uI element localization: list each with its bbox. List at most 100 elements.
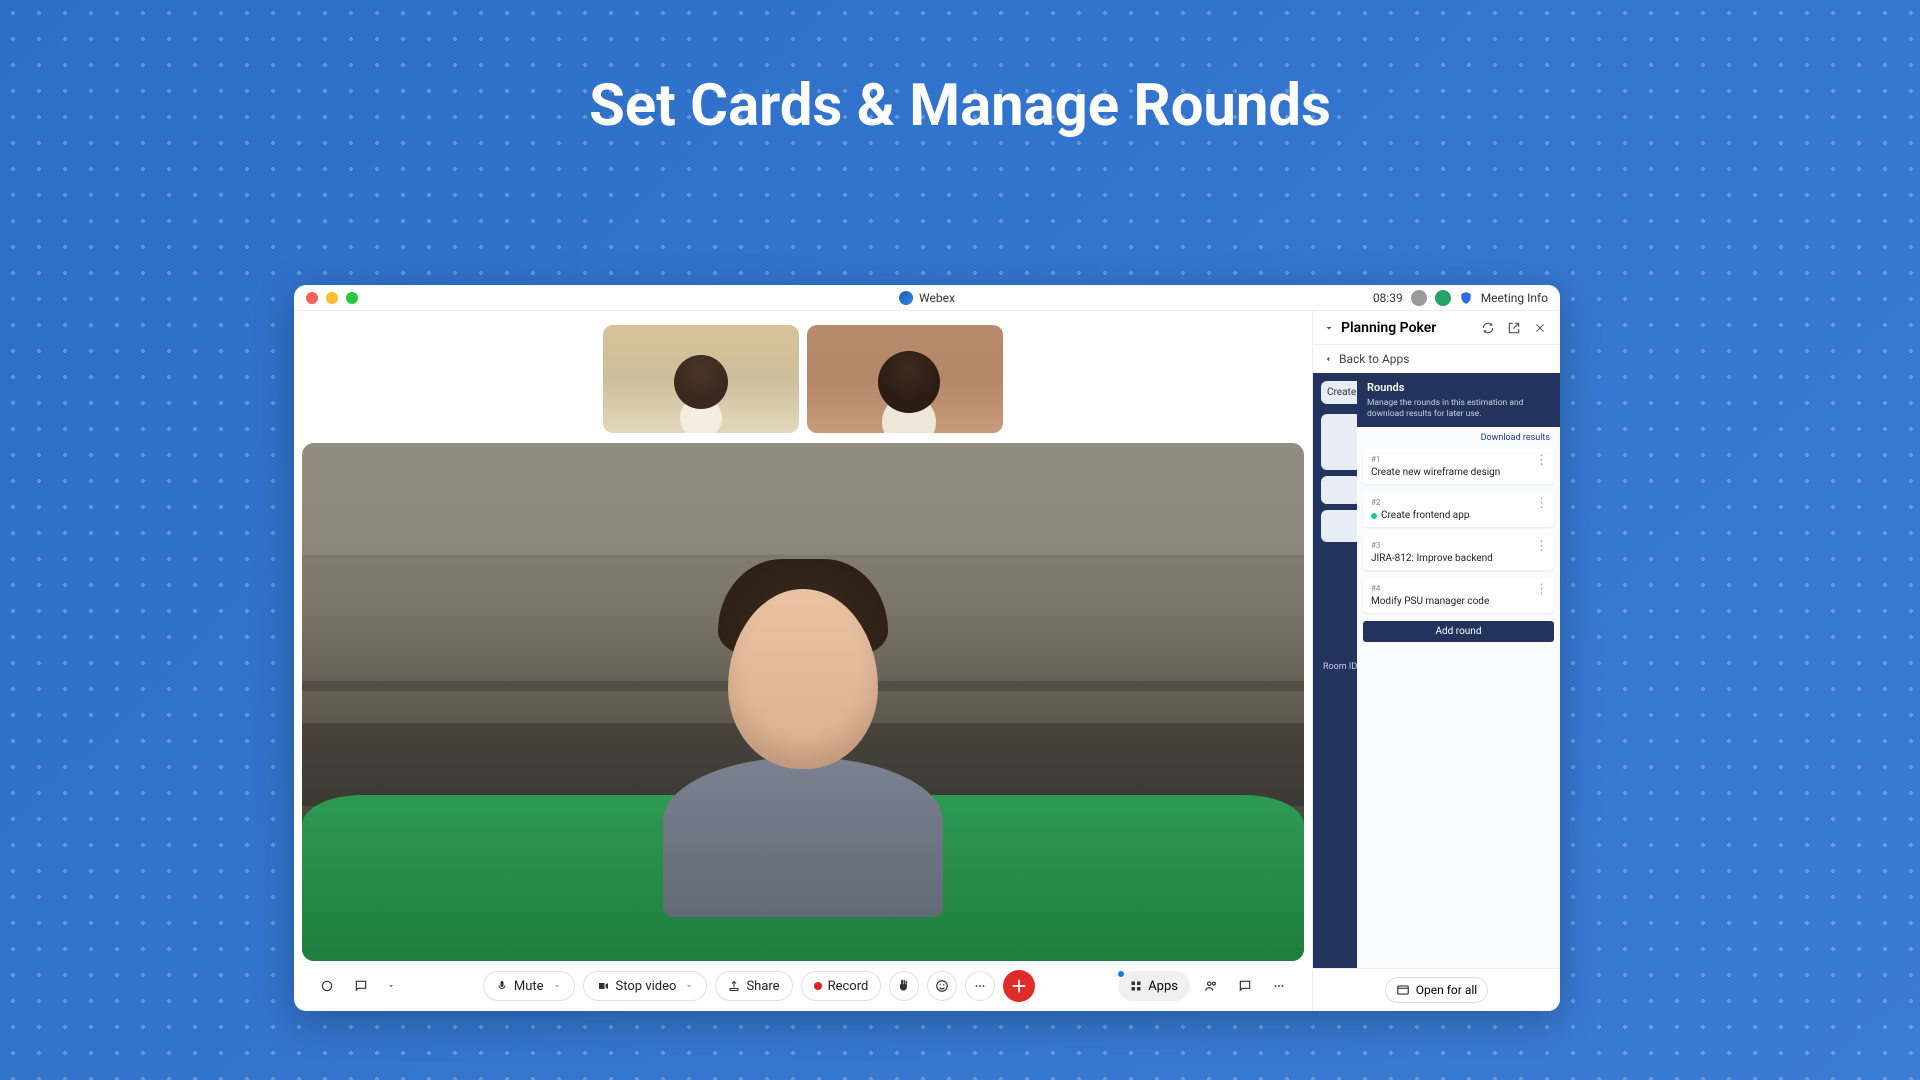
- stop-video-label: Stop video: [616, 979, 677, 994]
- share-icon: [728, 980, 740, 992]
- round-title: JIRA-812: Improve backend: [1371, 553, 1493, 564]
- traffic-lights: [306, 292, 358, 304]
- popout-button[interactable]: [1504, 318, 1524, 338]
- close-icon: [1534, 322, 1546, 334]
- round-title: Create new wireframe design: [1371, 467, 1500, 478]
- round-card[interactable]: #3 JIRA-812: Improve backend ⋮: [1363, 535, 1554, 570]
- mute-button[interactable]: Mute: [483, 971, 575, 1001]
- app-name-label: Webex: [919, 291, 955, 305]
- side-panel-footer: Open for all: [1313, 968, 1560, 1011]
- more-options-button[interactable]: [965, 971, 995, 1001]
- refresh-icon: [1481, 321, 1495, 335]
- title-center: Webex: [899, 291, 955, 305]
- round-menu-button[interactable]: ⋮: [1535, 496, 1548, 511]
- apps-label: Apps: [1148, 979, 1178, 994]
- meeting-area: Mute Stop video Share Record: [294, 311, 1312, 1011]
- download-results-link[interactable]: Download results: [1357, 427, 1560, 449]
- refresh-button[interactable]: [1478, 318, 1498, 338]
- back-to-apps-label: Back to Apps: [1339, 352, 1409, 366]
- underlay-votes-card: [1321, 414, 1361, 470]
- meeting-info-link[interactable]: Meeting Info: [1481, 291, 1548, 305]
- clock-time: 08:39: [1373, 291, 1403, 305]
- window-titlebar: Webex 08:39 Meeting Info: [294, 285, 1560, 311]
- rounds-subtitle: Manage the rounds in this estimation and…: [1367, 398, 1550, 419]
- chevron-down-icon: [684, 981, 694, 991]
- more-horizontal-icon: [1272, 979, 1286, 993]
- side-panel-title: Planning Poker: [1341, 320, 1472, 336]
- notification-dot: [1116, 969, 1126, 979]
- chat-panel-button[interactable]: [1232, 973, 1258, 999]
- rounds-title: Rounds: [1367, 381, 1550, 394]
- window-icon: [1396, 983, 1410, 997]
- raise-hand-button[interactable]: [889, 971, 919, 1001]
- webex-logo-icon: [899, 291, 913, 305]
- round-menu-button[interactable]: ⋮: [1535, 539, 1548, 554]
- hand-icon: [897, 979, 911, 993]
- active-round-indicator: [1371, 513, 1377, 519]
- close-window-button[interactable]: [306, 292, 318, 304]
- chevron-down-icon: [386, 981, 396, 991]
- rounds-modal-header: Rounds Manage the rounds in this estimat…: [1357, 373, 1560, 427]
- round-menu-button[interactable]: ⋮: [1535, 453, 1548, 468]
- side-panel-header: Planning Poker: [1313, 311, 1560, 345]
- chevron-left-icon: [1323, 354, 1333, 364]
- apps-grid-icon: [1130, 980, 1142, 992]
- stop-video-button[interactable]: Stop video: [583, 971, 708, 1001]
- round-card[interactable]: #2 Create frontend app ⋮: [1363, 492, 1554, 527]
- round-card[interactable]: #1 Create new wireframe design ⋮: [1363, 449, 1554, 484]
- end-call-button[interactable]: [1003, 970, 1035, 1002]
- rounds-modal: Rounds Manage the rounds in this estimat…: [1357, 373, 1560, 968]
- add-round-button[interactable]: Add round: [1363, 621, 1554, 642]
- external-link-icon: [1507, 321, 1521, 335]
- chat-toggle[interactable]: [348, 973, 374, 999]
- app-window: Webex 08:39 Meeting Info: [294, 285, 1560, 1011]
- share-label: Share: [746, 979, 779, 994]
- round-title: Create frontend app: [1381, 510, 1469, 521]
- participant-thumbnail-2[interactable]: [807, 325, 1003, 433]
- video-icon: [596, 980, 610, 992]
- participants-button[interactable]: [1198, 973, 1224, 999]
- open-for-all-button[interactable]: Open for all: [1385, 977, 1488, 1003]
- mute-label: Mute: [514, 979, 544, 994]
- record-icon: [814, 982, 822, 990]
- round-number: #3: [1371, 541, 1546, 550]
- maximize-window-button[interactable]: [346, 292, 358, 304]
- status-avatar-2[interactable]: [1435, 290, 1451, 306]
- self-view-toggle[interactable]: [314, 973, 340, 999]
- open-for-all-label: Open for all: [1416, 983, 1477, 997]
- record-label: Record: [828, 979, 869, 994]
- participant-thumbnail-1[interactable]: [603, 325, 799, 433]
- chat-icon: [1238, 979, 1252, 993]
- reactions-button[interactable]: [927, 971, 957, 1001]
- people-icon: [1204, 979, 1218, 993]
- apps-button[interactable]: Apps: [1118, 971, 1190, 1001]
- main-speaker-video[interactable]: [302, 443, 1304, 961]
- round-title: Modify PSU manager code: [1371, 596, 1489, 607]
- chat-dropdown[interactable]: [382, 973, 400, 999]
- emoji-icon: [935, 979, 949, 993]
- close-panel-button[interactable]: [1530, 318, 1550, 338]
- shield-icon: [1459, 291, 1473, 305]
- round-menu-button[interactable]: ⋮: [1535, 582, 1548, 597]
- microphone-icon: [496, 980, 508, 992]
- more-horizontal-icon: [973, 979, 987, 993]
- status-avatar-1[interactable]: [1411, 290, 1427, 306]
- round-number: #4: [1371, 584, 1546, 593]
- record-button[interactable]: Record: [801, 971, 882, 1001]
- close-icon: [1008, 975, 1031, 998]
- side-panel: Planning Poker Back to Apps Create fr Ro…: [1312, 311, 1560, 1011]
- participant-filmstrip: [302, 325, 1304, 433]
- round-number: #2: [1371, 498, 1546, 507]
- hero-title: Set Cards & Manage Rounds: [0, 72, 1920, 140]
- side-panel-body: Create fr Room ID: 4 Rounds Manage the r…: [1313, 373, 1560, 968]
- underlay-pending-card: [1321, 476, 1361, 504]
- minimize-window-button[interactable]: [326, 292, 338, 304]
- panel-more-button[interactable]: [1266, 973, 1292, 999]
- chevron-down-icon[interactable]: [1323, 322, 1335, 334]
- round-card[interactable]: #4 Modify PSU manager code ⋮: [1363, 578, 1554, 613]
- back-to-apps-link[interactable]: Back to Apps: [1313, 345, 1560, 373]
- rounds-list: #1 Create new wireframe design ⋮ #2 Crea…: [1357, 449, 1560, 613]
- chevron-down-icon: [552, 981, 562, 991]
- share-button[interactable]: Share: [715, 971, 792, 1001]
- round-number: #1: [1371, 455, 1546, 464]
